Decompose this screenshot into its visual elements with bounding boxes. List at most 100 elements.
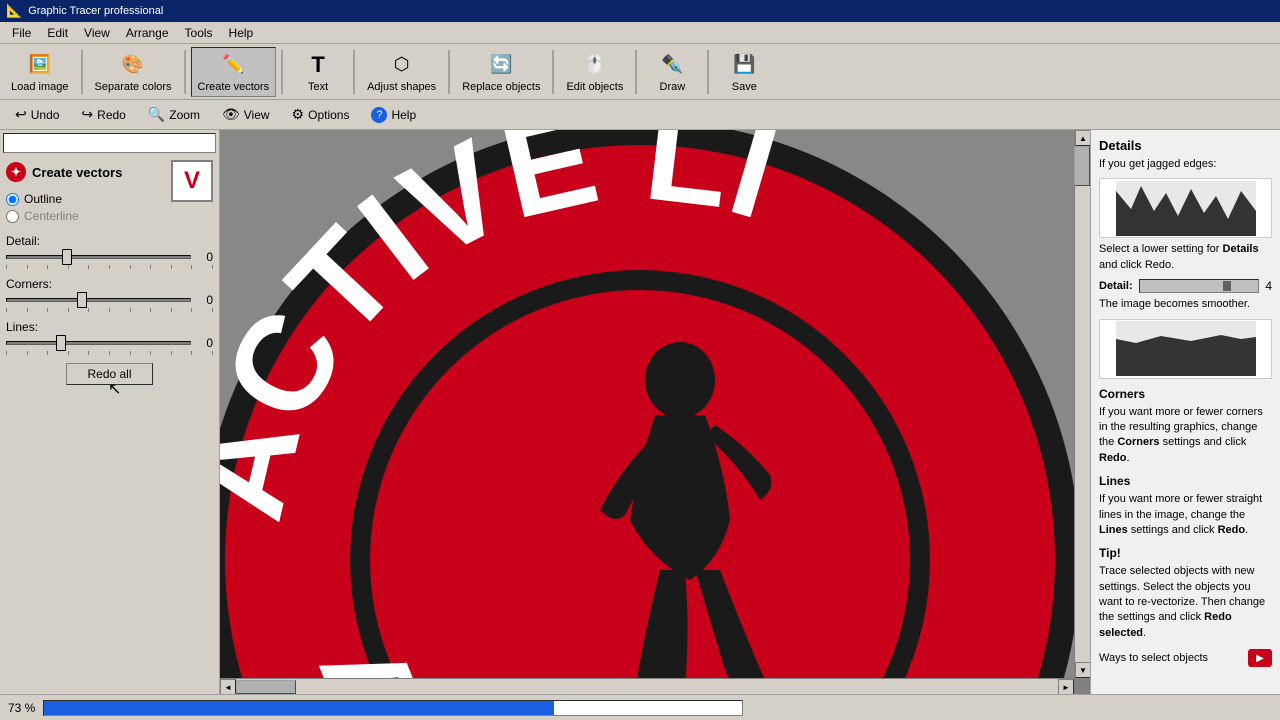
create-vectors-button[interactable]: ✏️ Create vectors bbox=[191, 47, 277, 97]
tick bbox=[68, 308, 69, 312]
tick bbox=[6, 265, 7, 269]
scroll-thumb-horizontal[interactable] bbox=[236, 680, 296, 694]
tick bbox=[150, 308, 151, 312]
draw-button[interactable]: ✒️ Draw bbox=[642, 47, 702, 97]
radio-group: Outline Centerline bbox=[6, 192, 79, 226]
undo-button[interactable]: ↩ Undo bbox=[6, 102, 68, 128]
toolbar1: 🖼️ Load image 🎨 Separate colors ✏️ Creat… bbox=[0, 44, 1280, 100]
menu-file[interactable]: File bbox=[4, 24, 39, 42]
details-help-text: Select a lower setting for Details and c… bbox=[1099, 242, 1272, 273]
help-button[interactable]: ? Help bbox=[362, 102, 425, 128]
scroll-up-button[interactable]: ▲ bbox=[1075, 130, 1090, 146]
menu-arrange[interactable]: Arrange bbox=[118, 24, 177, 42]
tick bbox=[130, 351, 131, 355]
zoom-icon: 🔍 bbox=[148, 106, 165, 123]
badge-canvas: ACTIVE LI ACTIVE LI bbox=[220, 130, 1074, 678]
main-area: ✦ Create vectors Outline Centerline V bbox=[0, 130, 1280, 694]
tick bbox=[109, 265, 110, 269]
separate-colors-button[interactable]: 🎨 Separate colors bbox=[88, 47, 179, 97]
outline-label: Outline bbox=[24, 192, 62, 206]
detail-slider-track[interactable] bbox=[6, 255, 191, 259]
jagged-before-image bbox=[1099, 178, 1272, 238]
corners-title: Corners bbox=[1099, 387, 1272, 401]
detail-label: Detail: bbox=[6, 234, 213, 248]
undo-icon: ↩ bbox=[15, 106, 27, 123]
tick bbox=[47, 351, 48, 355]
app-icon: 📐 bbox=[6, 3, 22, 19]
corners-ticks bbox=[6, 308, 213, 312]
view-button[interactable]: 👁 View bbox=[213, 102, 279, 128]
statusbar: 73 % bbox=[0, 694, 1280, 720]
tick bbox=[6, 351, 7, 355]
corners-bold: Corners bbox=[1117, 436, 1159, 448]
centerline-radio[interactable] bbox=[6, 210, 19, 223]
tick bbox=[212, 351, 213, 355]
replace-objects-icon: 🔄 bbox=[487, 51, 515, 79]
tick bbox=[109, 351, 110, 355]
scroll-down-button[interactable]: ▼ bbox=[1075, 662, 1090, 678]
zoom-button[interactable]: 🔍 Zoom bbox=[139, 102, 209, 128]
tick bbox=[27, 351, 28, 355]
corners-slider-row: Corners: 0 bbox=[6, 277, 213, 312]
menu-view[interactable]: View bbox=[76, 24, 118, 42]
corners-slider-thumb[interactable] bbox=[77, 292, 87, 308]
video-icon[interactable]: ▶ bbox=[1248, 649, 1272, 667]
separator bbox=[184, 50, 186, 94]
text-button[interactable]: T Text bbox=[288, 47, 348, 97]
save-icon: 💾 bbox=[730, 51, 758, 79]
detail-slider-thumb[interactable] bbox=[62, 249, 72, 265]
tick bbox=[130, 308, 131, 312]
corners-slider-track[interactable] bbox=[6, 298, 191, 302]
menu-edit[interactable]: Edit bbox=[39, 24, 76, 42]
load-image-button[interactable]: 🖼️ Load image bbox=[4, 47, 76, 97]
menu-tools[interactable]: Tools bbox=[177, 24, 221, 42]
edit-objects-button[interactable]: 🖱️ Edit objects bbox=[559, 47, 630, 97]
left-panel: ✦ Create vectors Outline Centerline V bbox=[0, 130, 220, 694]
details-intro: If you get jagged edges: bbox=[1099, 157, 1272, 172]
tip-title: Tip! bbox=[1099, 546, 1272, 560]
options-button[interactable]: ⚙ Options bbox=[283, 102, 359, 128]
corners-help-text: If you want more or fewer corners in the… bbox=[1099, 405, 1272, 467]
scroll-left-button[interactable]: ◄ bbox=[220, 679, 236, 694]
lines-slider-row: Lines: 0 bbox=[6, 320, 213, 355]
toolbar2: ↩ Undo ↪ Redo 🔍 Zoom 👁 View ⚙ Options ? … bbox=[0, 100, 1280, 130]
details-bold: Details bbox=[1223, 243, 1259, 255]
lines-slider-thumb[interactable] bbox=[56, 335, 66, 351]
save-button[interactable]: 💾 Save bbox=[714, 47, 774, 97]
redo-bold2: Redo bbox=[1218, 524, 1246, 536]
vertical-scrollbar[interactable]: ▲ ▼ bbox=[1074, 130, 1090, 678]
corners-slider-track-row: 0 bbox=[6, 293, 213, 307]
tick bbox=[47, 308, 48, 312]
badge-image: ACTIVE LI ACTIVE LI bbox=[220, 130, 1074, 678]
detail-value: 0 bbox=[197, 250, 213, 264]
tick bbox=[212, 265, 213, 269]
redo-icon: ↪ bbox=[81, 106, 93, 123]
lines-slider-track[interactable] bbox=[6, 341, 191, 345]
zoom-level: 73 % bbox=[8, 701, 35, 715]
tick bbox=[6, 308, 7, 312]
replace-objects-button[interactable]: 🔄 Replace objects bbox=[455, 47, 547, 97]
menu-help[interactable]: Help bbox=[221, 24, 262, 42]
horizontal-scrollbar[interactable]: ◄ ► bbox=[220, 678, 1074, 694]
lines-slider-track-row: 0 bbox=[6, 336, 213, 350]
tick bbox=[47, 265, 48, 269]
app-title: Graphic Tracer professional bbox=[28, 5, 163, 17]
detail-range-value: 4 bbox=[1265, 279, 1272, 293]
search-input[interactable] bbox=[3, 133, 216, 153]
separator bbox=[448, 50, 450, 94]
centerline-radio-row: Centerline bbox=[6, 209, 79, 223]
ways-select-row: Ways to select objects ▶ bbox=[1099, 649, 1272, 667]
lines-value: 0 bbox=[197, 336, 213, 350]
outline-radio[interactable] bbox=[6, 193, 19, 206]
separator bbox=[552, 50, 554, 94]
scroll-thumb-vertical[interactable] bbox=[1074, 146, 1090, 186]
redo-button[interactable]: ↪ Redo bbox=[72, 102, 134, 128]
help-icon: ? bbox=[371, 107, 387, 123]
adjust-shapes-button[interactable]: ⬡ Adjust shapes bbox=[360, 47, 443, 97]
scroll-right-button[interactable]: ► bbox=[1058, 679, 1074, 694]
separator bbox=[81, 50, 83, 94]
tick bbox=[68, 265, 69, 269]
tip-text: Trace selected objects with new settings… bbox=[1099, 564, 1272, 641]
v-logo: V bbox=[171, 160, 213, 202]
tick bbox=[130, 265, 131, 269]
